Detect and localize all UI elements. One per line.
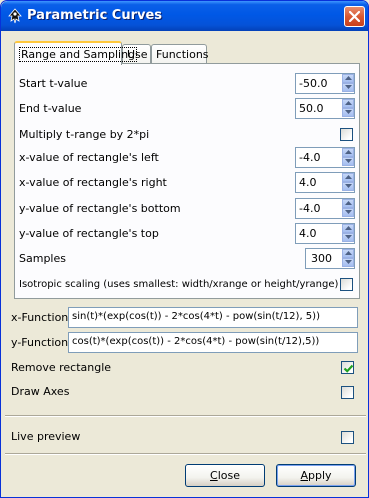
tab-range-and-sampling[interactable]: Range and Sampling bbox=[14, 41, 138, 65]
end-t-up-arrow-icon[interactable] bbox=[342, 99, 354, 108]
draw-axes-checkbox[interactable] bbox=[341, 386, 354, 399]
samples-row: Samples 300 bbox=[19, 248, 355, 270]
y-bottom-value[interactable]: -4.0 bbox=[299, 202, 320, 215]
draw-axes-row: Draw Axes bbox=[11, 382, 361, 402]
dialog-window: Parametric Curves Range and Sampling Use… bbox=[0, 0, 369, 498]
isotropic-row: Isotropic scaling (uses smallest: width/… bbox=[19, 274, 355, 296]
check-mark-icon bbox=[343, 364, 354, 373]
multiply-pi-row: Multiply t-range by 2*pi bbox=[19, 124, 355, 146]
x-function-label: x-Function bbox=[11, 311, 69, 324]
x-left-up-arrow-icon[interactable] bbox=[342, 148, 354, 157]
y-bottom-row: y-value of rectangle's bottom -4.0 bbox=[19, 198, 355, 220]
y-top-down-arrow-icon[interactable] bbox=[342, 233, 354, 242]
title-bar[interactable]: Parametric Curves bbox=[1, 1, 368, 31]
x-left-label: x-value of rectangle's left bbox=[19, 151, 159, 164]
tab-range-and-sampling-label: Range and Sampling bbox=[19, 47, 138, 62]
live-preview-label: Live preview bbox=[11, 430, 81, 443]
tab-functions-label: Functions bbox=[156, 48, 209, 61]
start-t-value[interactable]: -50.0 bbox=[299, 77, 327, 90]
x-left-value[interactable]: -4.0 bbox=[299, 151, 320, 164]
end-t-label: End t-value bbox=[19, 102, 82, 115]
multiply-pi-checkbox[interactable] bbox=[340, 128, 353, 141]
y-function-label: y-Function bbox=[11, 336, 69, 349]
end-t-spinbox[interactable]: 50.0 bbox=[295, 98, 355, 119]
y-bottom-spinbox[interactable]: -4.0 bbox=[295, 198, 355, 219]
start-t-row: Start t-value -50.0 bbox=[19, 73, 355, 95]
tab-functions[interactable]: Functions bbox=[151, 44, 209, 64]
samples-up-arrow-icon[interactable] bbox=[342, 249, 354, 258]
y-top-up-arrow-icon[interactable] bbox=[342, 224, 354, 233]
close-x-icon bbox=[349, 11, 360, 22]
remove-rectangle-row: Remove rectangle bbox=[11, 358, 361, 378]
remove-rectangle-checkbox[interactable] bbox=[341, 361, 354, 374]
x-left-spinbox[interactable]: -4.0 bbox=[295, 147, 355, 168]
start-t-down-arrow-icon[interactable] bbox=[342, 83, 354, 92]
samples-spinbox[interactable]: 300 bbox=[305, 248, 355, 269]
y-top-row: y-value of rectangle's top 4.0 bbox=[19, 223, 355, 245]
close-button[interactable]: Close bbox=[185, 464, 265, 487]
y-function-row: y-Function cos(t)*(exp(cos(t)) - 2*cos(4… bbox=[11, 332, 361, 354]
x-right-row: x-value of rectangle's right 4.0 bbox=[19, 172, 355, 194]
x-right-value[interactable]: 4.0 bbox=[299, 176, 317, 189]
x-left-down-arrow-icon[interactable] bbox=[342, 157, 354, 166]
x-function-input[interactable]: sin(t)*(exp(cos(t)) - 2*cos(4*t) - pow(s… bbox=[68, 307, 358, 328]
x-right-up-arrow-icon[interactable] bbox=[342, 173, 354, 182]
end-t-down-arrow-icon[interactable] bbox=[342, 108, 354, 117]
x-left-row: x-value of rectangle's left -4.0 bbox=[19, 147, 355, 169]
end-t-row: End t-value 50.0 bbox=[19, 98, 355, 120]
multiply-pi-label: Multiply t-range by 2*pi bbox=[19, 128, 150, 141]
close-button-mnemonic: C bbox=[210, 469, 218, 482]
remove-rectangle-label: Remove rectangle bbox=[11, 361, 112, 374]
y-bottom-label: y-value of rectangle's bottom bbox=[19, 202, 181, 215]
x-right-spinbox[interactable]: 4.0 bbox=[295, 172, 355, 193]
separator-top bbox=[5, 415, 366, 417]
window-title: Parametric Curves bbox=[27, 8, 163, 23]
inkscape-logo-icon bbox=[7, 8, 23, 24]
y-top-spinbox[interactable]: 4.0 bbox=[295, 223, 355, 244]
separator-bottom bbox=[5, 453, 366, 455]
x-right-down-arrow-icon[interactable] bbox=[342, 182, 354, 191]
start-t-up-arrow-icon[interactable] bbox=[342, 74, 354, 83]
live-preview-row: Live preview bbox=[11, 427, 361, 447]
draw-axes-label: Draw Axes bbox=[11, 385, 70, 398]
apply-button[interactable]: Apply bbox=[276, 464, 356, 487]
range-sampling-panel: Start t-value -50.0 End t-value 50.0 Mul… bbox=[14, 63, 360, 299]
samples-label: Samples bbox=[19, 252, 66, 265]
end-t-value[interactable]: 50.0 bbox=[299, 102, 324, 115]
apply-button-label: pply bbox=[308, 469, 332, 482]
y-function-input[interactable]: cos(t)*(exp(cos(t)) - 2*cos(4*t) - pow(s… bbox=[68, 332, 358, 353]
close-button-label: lose bbox=[217, 469, 240, 482]
isotropic-label: Isotropic scaling (uses smallest: width/… bbox=[19, 279, 339, 290]
x-function-row: x-Function sin(t)*(exp(cos(t)) - 2*cos(4… bbox=[11, 307, 361, 329]
isotropic-checkbox[interactable] bbox=[340, 278, 353, 291]
samples-value[interactable]: 300 bbox=[311, 252, 332, 265]
start-t-label: Start t-value bbox=[19, 77, 88, 90]
x-right-label: x-value of rectangle's right bbox=[19, 176, 167, 189]
y-bottom-down-arrow-icon[interactable] bbox=[342, 208, 354, 217]
live-preview-checkbox[interactable] bbox=[341, 431, 354, 444]
y-top-value[interactable]: 4.0 bbox=[299, 227, 317, 240]
start-t-spinbox[interactable]: -50.0 bbox=[295, 73, 355, 94]
close-window-button[interactable] bbox=[344, 6, 365, 27]
y-bottom-up-arrow-icon[interactable] bbox=[342, 199, 354, 208]
y-top-label: y-value of rectangle's top bbox=[19, 227, 159, 240]
samples-down-arrow-icon[interactable] bbox=[342, 258, 354, 267]
apply-button-mnemonic: A bbox=[300, 469, 308, 482]
